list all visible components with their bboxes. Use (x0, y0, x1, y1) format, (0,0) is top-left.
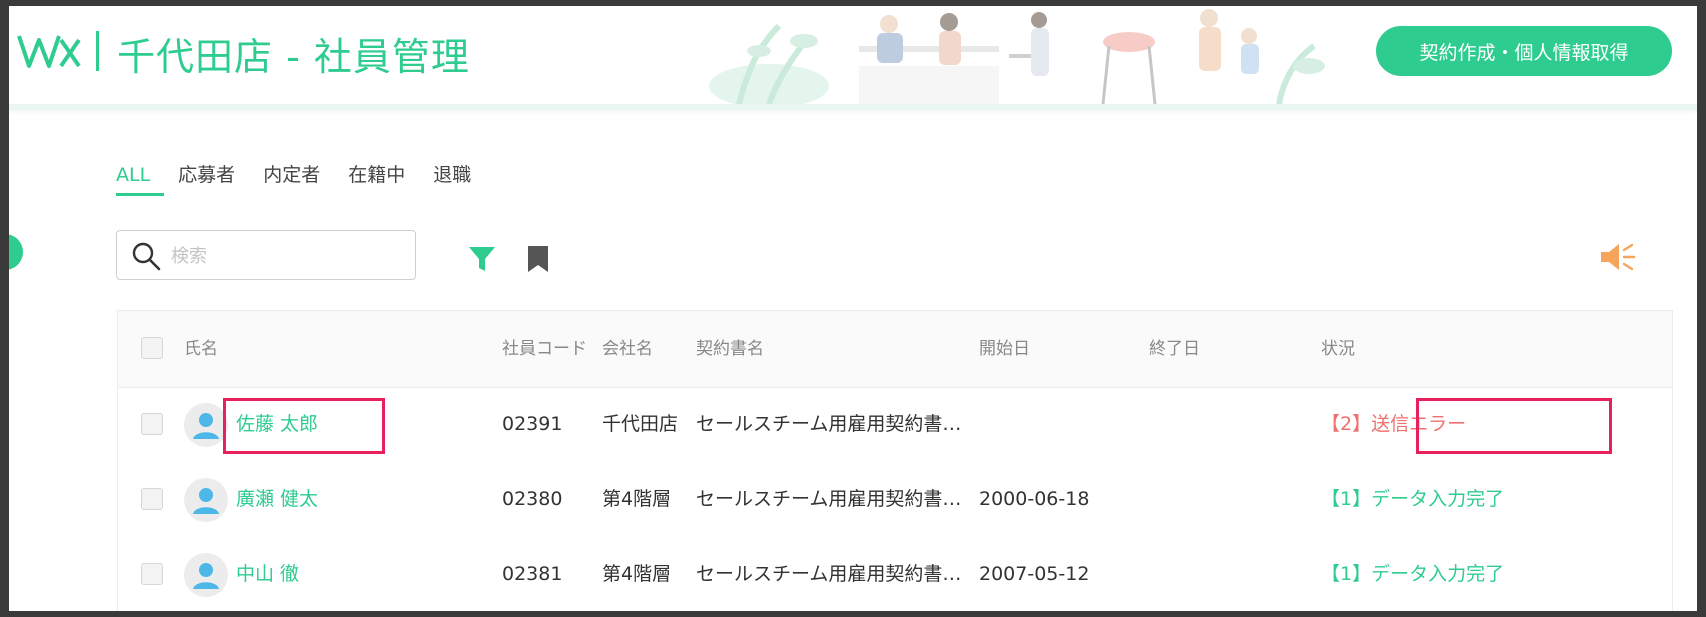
filter-icon[interactable] (467, 244, 497, 274)
search-icon (132, 242, 161, 271)
company-name: 第4階層 (602, 563, 672, 585)
column-header-contract[interactable]: 契約書名 (696, 311, 764, 387)
contract-name: セールスチーム用雇用契約書… (696, 563, 962, 585)
logo-separator (96, 31, 99, 71)
search-box (116, 230, 416, 280)
user-avatar-icon (184, 403, 228, 447)
employee-name-link[interactable]: 廣瀬 健太 (236, 462, 318, 537)
employee-code: 02391 (502, 413, 563, 435)
table-row[interactable]: 中山 徹 02381 第4階層 セールスチーム用雇用契約書… 2007-05-1… (118, 537, 1672, 611)
employee-code: 02380 (502, 488, 563, 510)
employee-name-link[interactable]: 中山 徹 (236, 537, 299, 611)
contract-name: セールスチーム用雇用契約書… (696, 488, 962, 510)
table-header: 氏名 社員コード 会社名 契約書名 開始日 終了日 状況 (118, 311, 1672, 388)
tab-retired[interactable]: 退職 (433, 160, 485, 196)
page-title: 千代田店 - 社員管理 (117, 35, 470, 79)
start-date: 2000-06-18 (979, 488, 1090, 510)
employee-code: 02381 (502, 563, 563, 585)
tab-employed[interactable]: 在籍中 (348, 160, 419, 196)
column-header-status[interactable]: 状況 (1321, 311, 1355, 387)
select-all-checkbox[interactable] (141, 337, 163, 359)
column-header-start[interactable]: 開始日 (979, 311, 1030, 387)
create-contract-button[interactable]: 契約作成・個人情報取得 (1376, 26, 1672, 76)
app-window: 千代田店 - 社員管理 契約作成・個人情報取得 ALL 応募者 内定者 在籍中 … (9, 6, 1697, 611)
employee-table: 氏名 社員コード 会社名 契約書名 開始日 終了日 状況 佐藤 太郎 02391… (117, 310, 1673, 611)
status-label[interactable]: 【2】送信エラー (1321, 387, 1466, 462)
bookmark-icon[interactable] (525, 244, 551, 274)
user-avatar-icon (184, 478, 228, 522)
column-header-name[interactable]: 氏名 (184, 311, 218, 387)
header-illustration (709, 9, 1325, 104)
company-name: 第4階層 (602, 488, 672, 510)
user-avatar-icon (184, 553, 228, 597)
speaker-icon[interactable] (1599, 241, 1637, 273)
row-checkbox[interactable] (141, 563, 163, 585)
contract-name: セールスチーム用雇用契約書… (696, 413, 962, 435)
sidebar-toggle-handle[interactable] (9, 234, 23, 270)
row-checkbox[interactable] (141, 413, 163, 435)
tab-all[interactable]: ALL (116, 160, 165, 196)
column-header-code[interactable]: 社員コード (502, 311, 587, 387)
column-header-end[interactable]: 終了日 (1149, 311, 1200, 387)
start-date: 2007-05-12 (979, 563, 1090, 585)
company-name: 千代田店 (602, 413, 679, 435)
logo-icon (17, 35, 81, 68)
search-input[interactable] (169, 239, 403, 273)
employee-name-link[interactable]: 佐藤 太郎 (236, 387, 318, 462)
column-header-company[interactable]: 会社名 (602, 311, 653, 387)
status-label[interactable]: 【1】データ入力完了 (1321, 462, 1504, 537)
app-header: 千代田店 - 社員管理 契約作成・個人情報取得 (9, 6, 1697, 110)
status-label[interactable]: 【1】データ入力完了 (1321, 537, 1504, 611)
table-row[interactable]: 佐藤 太郎 02391 千代田店 セールスチーム用雇用契約書… 【2】送信エラー (118, 387, 1672, 462)
tab-applicants[interactable]: 応募者 (178, 160, 249, 196)
row-checkbox[interactable] (141, 488, 163, 510)
filter-tabs: ALL 応募者 内定者 在籍中 退職 (116, 160, 499, 200)
table-row[interactable]: 廣瀬 健太 02380 第4階層 セールスチーム用雇用契約書… 2000-06-… (118, 462, 1672, 537)
tab-offered[interactable]: 内定者 (263, 160, 334, 196)
